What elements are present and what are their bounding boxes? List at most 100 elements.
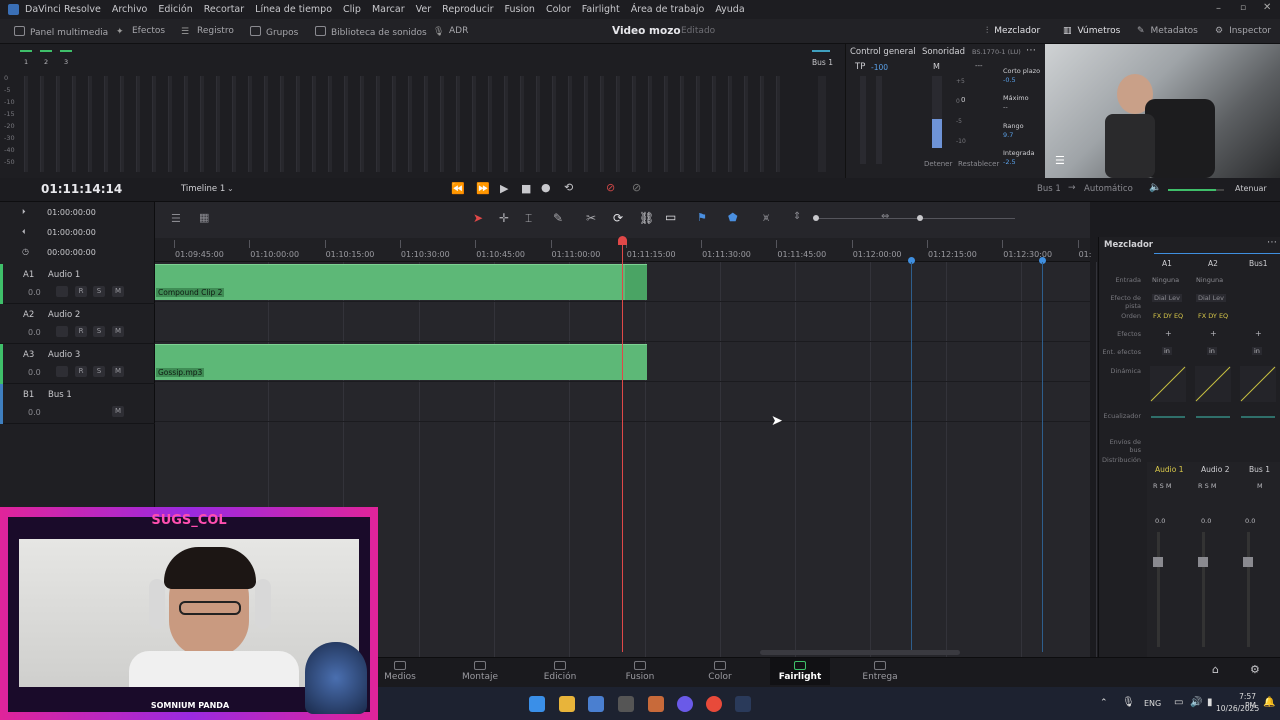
page-tab-fairlight[interactable]: Fairlight [770, 658, 830, 685]
order-button[interactable]: FX DY EQ [1198, 312, 1228, 320]
grid-icon[interactable]: ▦ [199, 211, 209, 224]
page-tab-fusion[interactable]: Fusion [610, 661, 670, 682]
registro-button[interactable]: ☰ Registro [181, 26, 234, 37]
link-icon[interactable]: ⛓ [639, 211, 654, 225]
pencil-icon[interactable]: ✎ [553, 211, 563, 225]
fx-in-button[interactable]: in [1162, 347, 1172, 355]
play-icon[interactable]: ▶ [500, 182, 508, 195]
home-icon[interactable]: ⌂ [1212, 663, 1219, 676]
settings-sliders-icon[interactable]: ☰ [1055, 154, 1065, 167]
language-indicator[interactable]: ENG [1144, 699, 1161, 708]
menu-edicion[interactable]: Edición [158, 4, 192, 15]
adr-button[interactable]: 🎙 ADR [433, 26, 468, 37]
snap-icon[interactable]: ⟳ [613, 211, 623, 225]
clock-date[interactable]: 10/26/2025 [1216, 704, 1259, 713]
audio-clip[interactable]: Gossip.mp3 [155, 344, 647, 380]
automation-off-icon[interactable]: ⊘ [632, 181, 641, 194]
input-select[interactable]: Ninguna [1196, 276, 1223, 284]
file-explorer-icon[interactable] [559, 696, 575, 712]
menu-fusion[interactable]: Fusion [505, 4, 535, 15]
windows-start-icon[interactable] [529, 696, 545, 712]
menu-color[interactable]: Color [546, 4, 571, 15]
panel-multimedia-button[interactable]: Panel multimedia [14, 26, 108, 38]
page-tab-montaje[interactable]: Montaje [450, 661, 510, 682]
horizontal-zoom-slider[interactable] [915, 215, 1015, 221]
solo-button[interactable]: S [93, 366, 105, 377]
page-tab-entrega[interactable]: Entrega [850, 661, 910, 682]
add-effect-button[interactable]: + [1255, 329, 1262, 338]
vertical-zoom-slider[interactable] [813, 215, 915, 221]
audio-clip-segment[interactable] [625, 264, 647, 300]
menu-area-de-trabajo[interactable]: Área de trabajo [631, 4, 705, 15]
menu-fairlight[interactable]: Fairlight [582, 4, 620, 15]
mute-button[interactable]: M [112, 286, 124, 297]
mute-button[interactable]: M [1166, 482, 1172, 490]
track-header-a1[interactable]: A1 Audio 1 0.0 R S M [0, 264, 155, 304]
selection-tool-icon[interactable]: ➤ [473, 211, 483, 225]
fx-in-button[interactable]: in [1207, 347, 1217, 355]
playhead[interactable] [622, 242, 623, 652]
menu-ayuda[interactable]: Ayuda [715, 4, 744, 15]
menu-linea-de-tiempo[interactable]: Línea de tiempo [255, 4, 332, 15]
detener-button[interactable]: Detener [924, 160, 952, 168]
fader-knob[interactable] [1243, 557, 1253, 567]
order-button[interactable]: FX DY EQ [1153, 312, 1183, 320]
rewind-icon[interactable]: ⏪ [451, 182, 465, 195]
mezclador-button[interactable]: ⫶ Mezclador [986, 26, 1040, 36]
mute-button[interactable]: M [1211, 482, 1217, 490]
menu-recortar[interactable]: Recortar [204, 4, 244, 15]
volume-slider[interactable] [1168, 189, 1224, 191]
menu-ver[interactable]: Ver [416, 4, 432, 15]
microphone-icon[interactable]: 🎙 [1122, 697, 1135, 708]
strip-rsm[interactable]: R S M [1153, 482, 1171, 490]
gear-icon[interactable]: ⚙ [1250, 663, 1260, 676]
strip-rsm[interactable]: R S M [1198, 482, 1216, 490]
range-tool-icon[interactable]: ✛ [499, 211, 509, 225]
timeline-selector[interactable]: Timeline 1 [181, 184, 225, 194]
restablecer-button[interactable]: Restablecer [958, 160, 999, 168]
chevron-up-icon[interactable]: ⌃ [1100, 698, 1108, 708]
menu-marcar[interactable]: Marcar [372, 4, 405, 15]
input-select[interactable]: Ninguna [1152, 276, 1179, 284]
fader-knob[interactable] [1153, 557, 1163, 567]
automation-icon[interactable]: ⊘ [606, 181, 615, 194]
audio-clip[interactable]: Compound Clip 2 [155, 264, 625, 300]
mute-button[interactable]: M [112, 366, 124, 377]
track-fx-select[interactable]: Dial Lev [1152, 294, 1183, 302]
grupos-button[interactable]: Grupos [250, 26, 298, 38]
track-header-b1[interactable]: B1 Bus 1 0.0 M [0, 384, 155, 424]
discord-icon[interactable] [677, 696, 693, 712]
track-fx-select[interactable]: Dial Lev [1196, 294, 1227, 302]
vertical-zoom-icon[interactable]: ⇕ [793, 211, 801, 222]
battery-icon[interactable]: ▮ [1207, 697, 1213, 708]
app-icon[interactable] [618, 696, 634, 712]
lock-icon[interactable] [56, 366, 68, 377]
solo-button[interactable]: S [93, 326, 105, 337]
close-icon[interactable]: ✕ [1263, 2, 1271, 13]
network-icon[interactable]: ▭ [1174, 697, 1183, 708]
fast-forward-icon[interactable]: ⏩ [476, 182, 490, 195]
metadatos-button[interactable]: ✎ Metadatos [1137, 26, 1198, 36]
notification-icon[interactable]: 🔔 [1263, 697, 1275, 708]
fader-knob[interactable] [1198, 557, 1208, 567]
inspector-button[interactable]: ⚙ Inspector [1215, 26, 1271, 36]
zoom-waveform-icon[interactable]: ⩙ [763, 211, 769, 225]
add-effect-button[interactable]: + [1165, 329, 1172, 338]
page-tab-edición[interactable]: Edición [530, 661, 590, 682]
chevron-down-icon[interactable]: ⌄ [227, 184, 234, 193]
add-effect-button[interactable]: + [1210, 329, 1217, 338]
track-header-a3[interactable]: A3 Audio 3 0.0 R S M [0, 344, 155, 384]
fader-track[interactable] [1202, 532, 1205, 647]
menu-archivo[interactable]: Archivo [112, 4, 148, 15]
solo-button[interactable]: S [93, 286, 105, 297]
volume-icon[interactable]: 🔊 [1190, 697, 1202, 708]
speaker-icon[interactable]: 🔈 [1149, 182, 1161, 193]
record-icon[interactable]: ● [541, 181, 551, 194]
mute-button[interactable]: M [112, 406, 124, 417]
record-arm-button[interactable]: R [75, 326, 87, 337]
more-options-icon[interactable]: ⋯ [1026, 45, 1036, 56]
mixer-options-icon[interactable]: ⋯ [1267, 237, 1277, 248]
menu-clip[interactable]: Clip [343, 4, 361, 15]
solo-button[interactable]: S [1205, 482, 1209, 490]
lock-icon[interactable] [56, 326, 68, 337]
